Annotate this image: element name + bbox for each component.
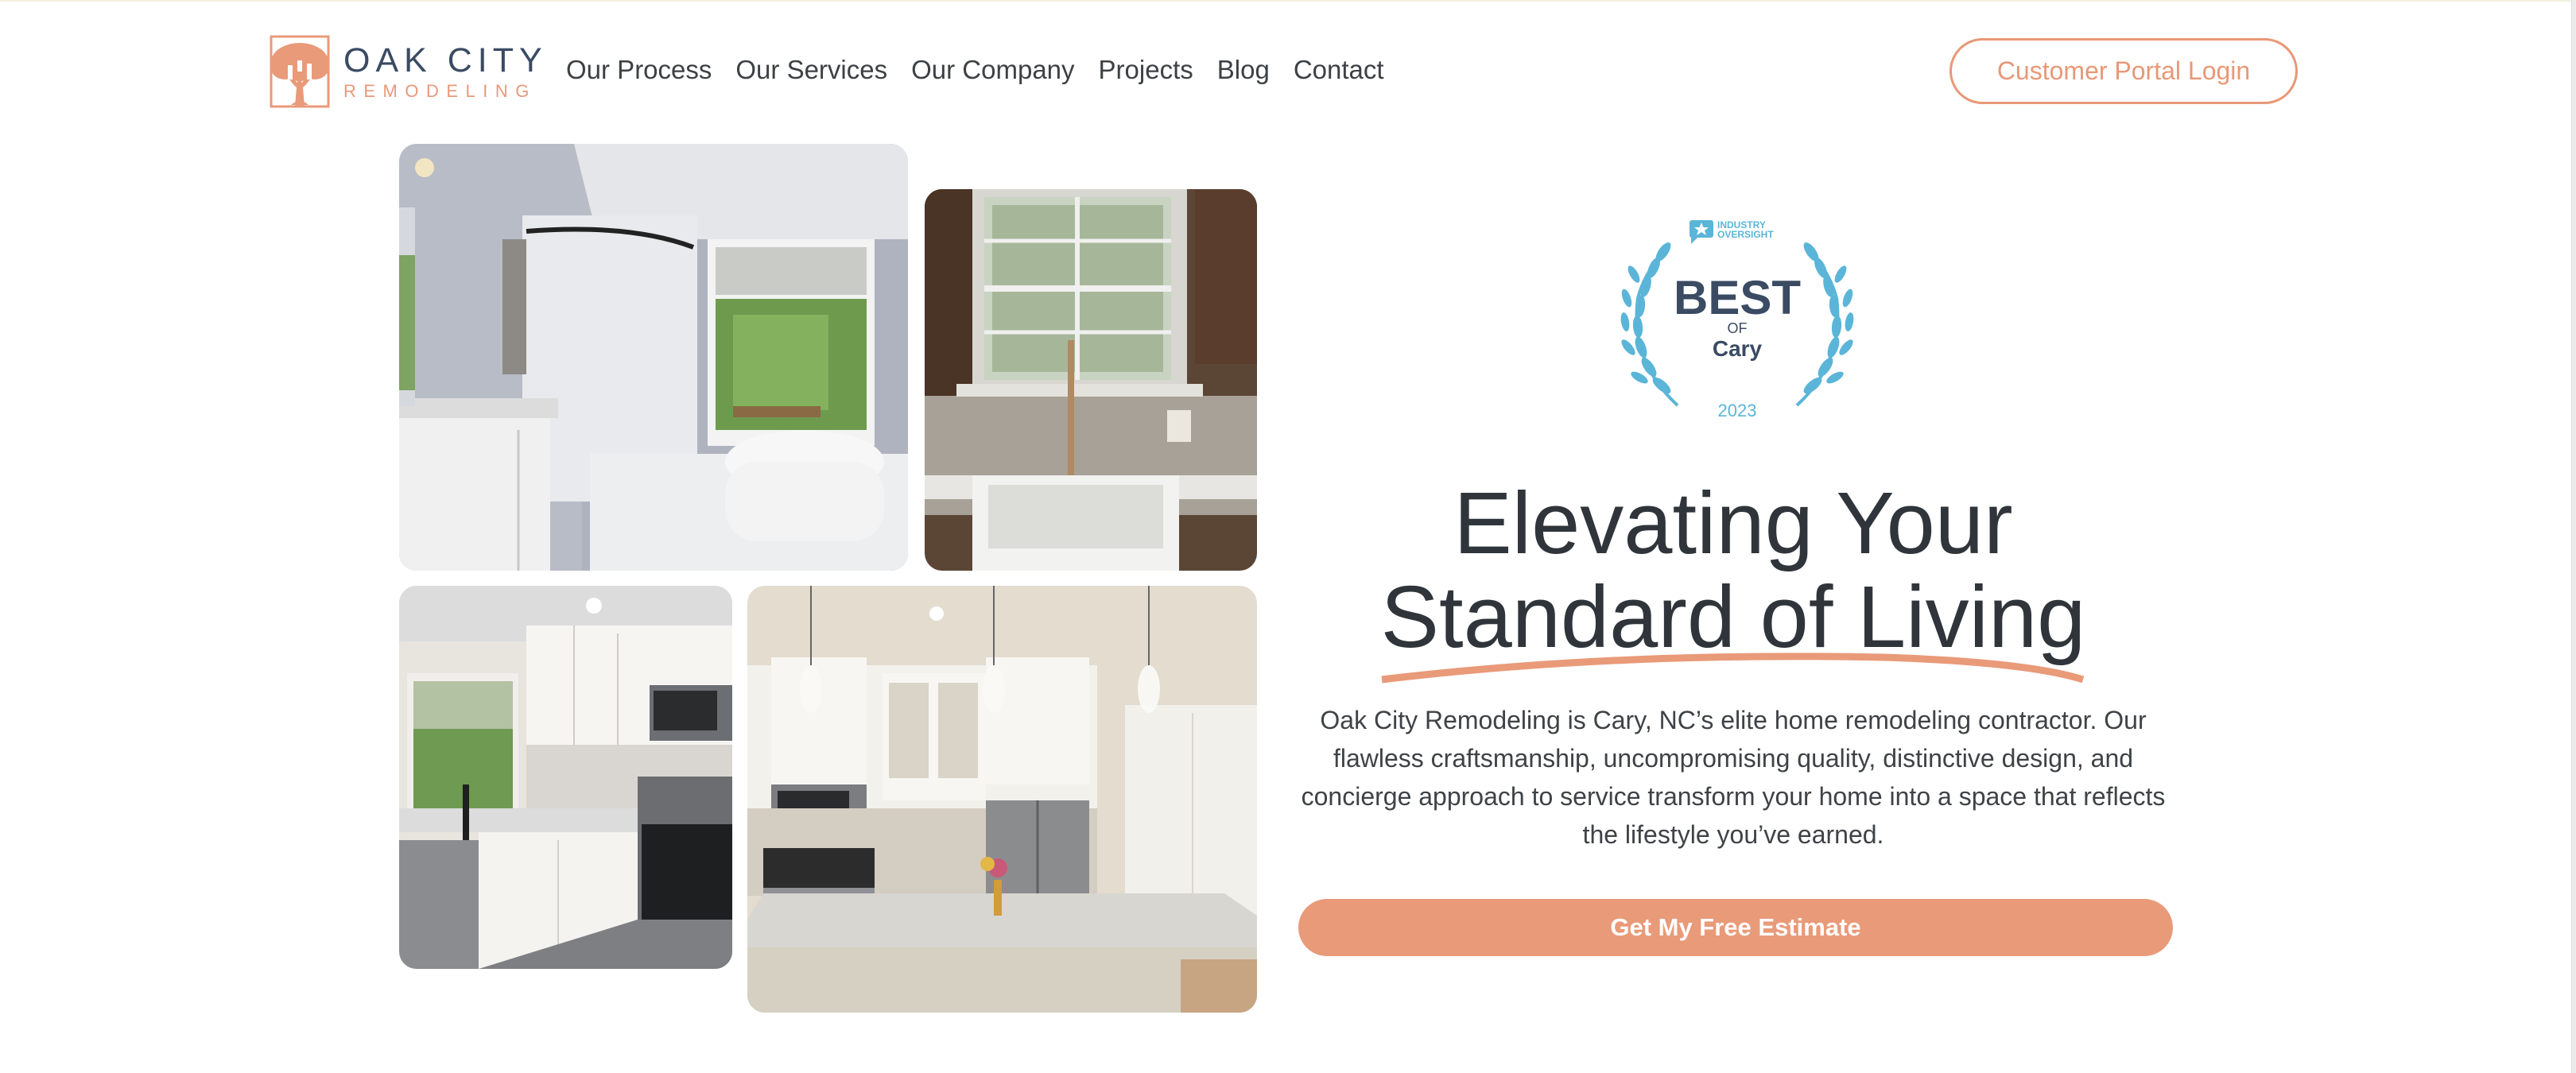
- hero-title-line1: Elevating Your: [1453, 475, 2013, 572]
- nav-our-company[interactable]: Our Company: [911, 54, 1074, 86]
- hero-description: Oak City Remodeling is Cary, NC’s elite …: [1301, 706, 2166, 849]
- page-scrollbar[interactable]: [2571, 0, 2576, 1073]
- main-nav: Our Process Our Services Our Company Pro…: [566, 54, 1384, 86]
- badge-city: Cary: [1713, 336, 1763, 361]
- title-underline-swash: [1381, 653, 2085, 684]
- customer-portal-login-button[interactable]: Customer Portal Login: [1949, 38, 2298, 104]
- top-strip: [0, 0, 2571, 2]
- left-laurel-icon: [1620, 242, 1679, 407]
- nav-projects[interactable]: Projects: [1099, 54, 1193, 86]
- gallery-photo-kitchen-white: [399, 586, 732, 969]
- industry-oversight-logo-icon: [1690, 220, 1713, 244]
- hero-title: Elevating Your Standard of Living: [1288, 477, 2178, 664]
- gallery-photo-sink: [925, 189, 1257, 571]
- logo-link[interactable]: OAK CITY REMODELING: [269, 33, 548, 110]
- gallery-photo-bathroom: [399, 144, 908, 571]
- logo-tagline: REMODELING: [343, 80, 537, 101]
- best-of-cary-award-badge: INDUSTRY OVERSIGHT BEST OF Cary 2023: [1614, 211, 1860, 433]
- gallery-photo-kitchen-island: [747, 586, 1257, 1013]
- nav-our-services[interactable]: Our Services: [735, 54, 887, 86]
- logo-name: OAK CITY: [343, 41, 548, 79]
- badge-year: 2023: [1718, 401, 1757, 420]
- badge-title: BEST: [1674, 271, 1801, 324]
- right-laurel-icon: [1795, 242, 1854, 407]
- oak-tree-logo-icon: [270, 35, 330, 108]
- get-free-estimate-button[interactable]: Get My Free Estimate: [1298, 899, 2173, 956]
- badge-of: OF: [1728, 320, 1748, 336]
- nav-blog[interactable]: Blog: [1217, 54, 1270, 86]
- nav-our-process[interactable]: Our Process: [566, 54, 712, 86]
- nav-contact[interactable]: Contact: [1294, 54, 1384, 86]
- badge-publisher-line2: OVERSIGHT: [1717, 229, 1774, 240]
